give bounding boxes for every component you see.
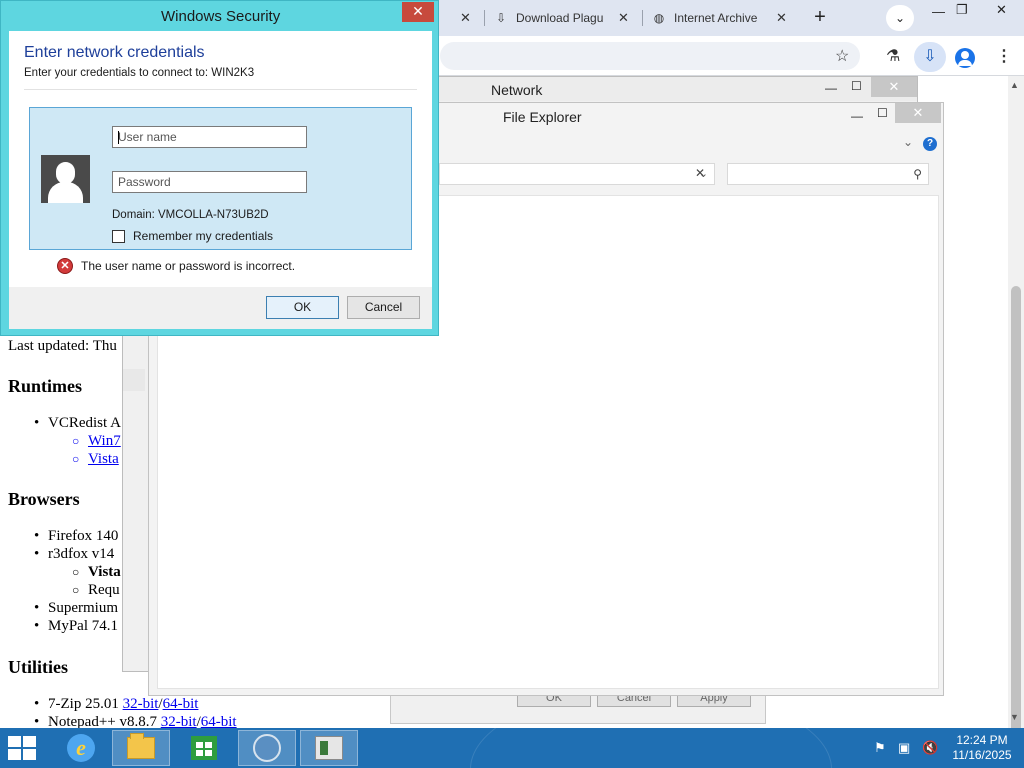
win7-link[interactable]: Win7 xyxy=(72,433,121,450)
clock-time: 12:24 PM xyxy=(956,733,1008,747)
list-item: Requ xyxy=(72,582,120,599)
remember-label: Remember my credentials xyxy=(133,229,274,243)
file-explorer-icon[interactable] xyxy=(112,730,170,766)
credential-tile[interactable]: User name Password Domain: VMCOLLA-N73UB… xyxy=(29,107,412,250)
star-icon[interactable]: ☆ xyxy=(835,46,849,66)
close-icon[interactable]: ✕ xyxy=(776,10,787,26)
minimize-button[interactable]: — xyxy=(851,109,863,123)
list-item: Firefox 140 xyxy=(34,528,119,545)
download-icon: ⇩ xyxy=(495,11,507,25)
dialog-title: Windows Security xyxy=(161,8,281,25)
error-icon: ✕ xyxy=(57,258,73,274)
dialog-heading: Enter network credentials xyxy=(24,44,205,61)
network-icon[interactable]: ▣ xyxy=(898,740,910,756)
windows-security-dialog: Windows Security ✕ Enter network credent… xyxy=(0,0,439,336)
error-text: The user name or password is incorrect. xyxy=(81,259,296,273)
store-icon[interactable] xyxy=(175,730,233,766)
minimize-button[interactable]: — xyxy=(932,4,945,19)
vista-link[interactable]: Vista xyxy=(72,451,119,468)
list-item: MyPal 74.1 xyxy=(34,618,118,635)
list-item: Vista xyxy=(72,564,121,581)
globe-icon: ◍ xyxy=(653,11,665,25)
internet-explorer-icon[interactable]: e xyxy=(52,730,110,766)
password-placeholder: Password xyxy=(118,175,171,189)
maximize-button[interactable]: ☐ xyxy=(851,79,862,93)
text-caret xyxy=(118,131,119,144)
search-input[interactable]: ⚲ xyxy=(727,163,929,185)
clock[interactable]: 12:24 PM 11/16/2025 xyxy=(950,733,1014,763)
flag-icon[interactable]: ⚑ xyxy=(874,740,886,756)
network-nav-fragment xyxy=(123,369,145,391)
utilities-heading: Utilities xyxy=(8,657,68,677)
remember-checkbox[interactable] xyxy=(112,230,125,243)
ok-button[interactable]: OK xyxy=(266,296,339,319)
divider xyxy=(24,89,417,90)
tab-separator xyxy=(484,10,485,26)
dialog-body: Enter network credentials Enter your cre… xyxy=(9,31,432,287)
windows-start-icon[interactable] xyxy=(8,736,38,762)
clock-date: 11/16/2025 xyxy=(952,748,1012,762)
restore-button[interactable]: ❐ xyxy=(956,2,968,18)
domain-label: Domain: VMCOLLA-N73UB2D xyxy=(112,209,269,221)
network-window-icon[interactable] xyxy=(300,730,358,766)
sevenzip-32bit-link[interactable]: 32-bit xyxy=(123,696,159,712)
runtimes-heading: Runtimes xyxy=(8,376,83,396)
network-title: Network xyxy=(491,82,543,98)
username-placeholder: User name xyxy=(118,130,177,144)
scroll-thumb[interactable] xyxy=(1011,286,1021,768)
menu-icon[interactable]: ⋮ xyxy=(996,46,1012,66)
volume-muted-icon[interactable]: 🔇 xyxy=(922,740,938,756)
password-field[interactable]: Password xyxy=(112,171,307,193)
network-globe-icon[interactable] xyxy=(238,730,296,766)
search-icon: ⚲ xyxy=(913,167,922,181)
address-bar[interactable]: ⌄ xyxy=(439,163,715,185)
sevenzip-text: 7-Zip 25.01 xyxy=(48,696,119,712)
cancel-button[interactable]: Cancel xyxy=(347,296,420,319)
tab-separator xyxy=(642,10,643,26)
explorer-title: File Explorer xyxy=(503,109,582,125)
tab-label: Internet Archive xyxy=(674,11,758,25)
flask-icon[interactable]: ⚗ xyxy=(886,46,900,66)
scroll-up-icon[interactable]: ▲ xyxy=(1010,80,1019,90)
sevenzip-64bit-link[interactable]: 64-bit xyxy=(163,696,199,712)
tab-internet-archive[interactable]: ◍ Internet Archive ✕ xyxy=(652,4,798,32)
page-scrollbar[interactable]: ▲ ▼ xyxy=(1008,76,1024,768)
list-item: 7-Zip 25.01 32-bit/64-bit xyxy=(34,696,199,713)
close-icon[interactable]: ✕ xyxy=(618,10,629,26)
chevron-down-icon[interactable]: ⌄ xyxy=(903,135,913,149)
minimize-button[interactable]: — xyxy=(825,81,837,95)
tab-label: Download Plagu xyxy=(516,11,604,25)
dialog-footer: OK Cancel xyxy=(9,287,432,329)
dialog-subtitle: Enter your credentials to connect to: WI… xyxy=(24,67,255,79)
close-icon[interactable]: ✕ xyxy=(695,166,705,180)
tab-partial[interactable]: ✕ xyxy=(438,4,478,32)
username-field[interactable]: User name xyxy=(112,126,307,148)
close-button[interactable]: ✕ xyxy=(895,103,941,123)
scroll-down-icon[interactable]: ▼ xyxy=(1010,712,1019,722)
list-item: VCRedist A xyxy=(34,415,121,432)
user-avatar-icon xyxy=(41,155,90,203)
profile-icon[interactable] xyxy=(955,48,975,68)
list-item: r3dfox v14 xyxy=(34,546,114,563)
taskbar: e ⚑ ▣ 🔇 12:24 PM 11/16/2025 xyxy=(0,728,1024,768)
maximize-button[interactable]: ☐ xyxy=(877,106,888,120)
close-button[interactable]: ✕ xyxy=(871,77,917,97)
tab-search-button[interactable]: ⌄ xyxy=(886,5,914,31)
address-bar[interactable] xyxy=(440,42,860,70)
close-button[interactable]: ✕ xyxy=(996,2,1007,18)
last-updated-text: Last updated: Thu xyxy=(8,338,117,354)
new-tab-button[interactable]: + xyxy=(808,6,832,30)
browsers-heading: Browsers xyxy=(8,489,80,509)
download-icon[interactable]: ⇩ xyxy=(914,42,946,72)
help-icon[interactable]: ? xyxy=(923,137,937,151)
list-item: Supermium xyxy=(34,600,118,617)
close-icon[interactable]: ✕ xyxy=(460,10,471,26)
close-button[interactable]: ✕ xyxy=(402,2,434,22)
tab-download-plague[interactable]: ⇩ Download Plagu ✕ xyxy=(494,4,640,32)
